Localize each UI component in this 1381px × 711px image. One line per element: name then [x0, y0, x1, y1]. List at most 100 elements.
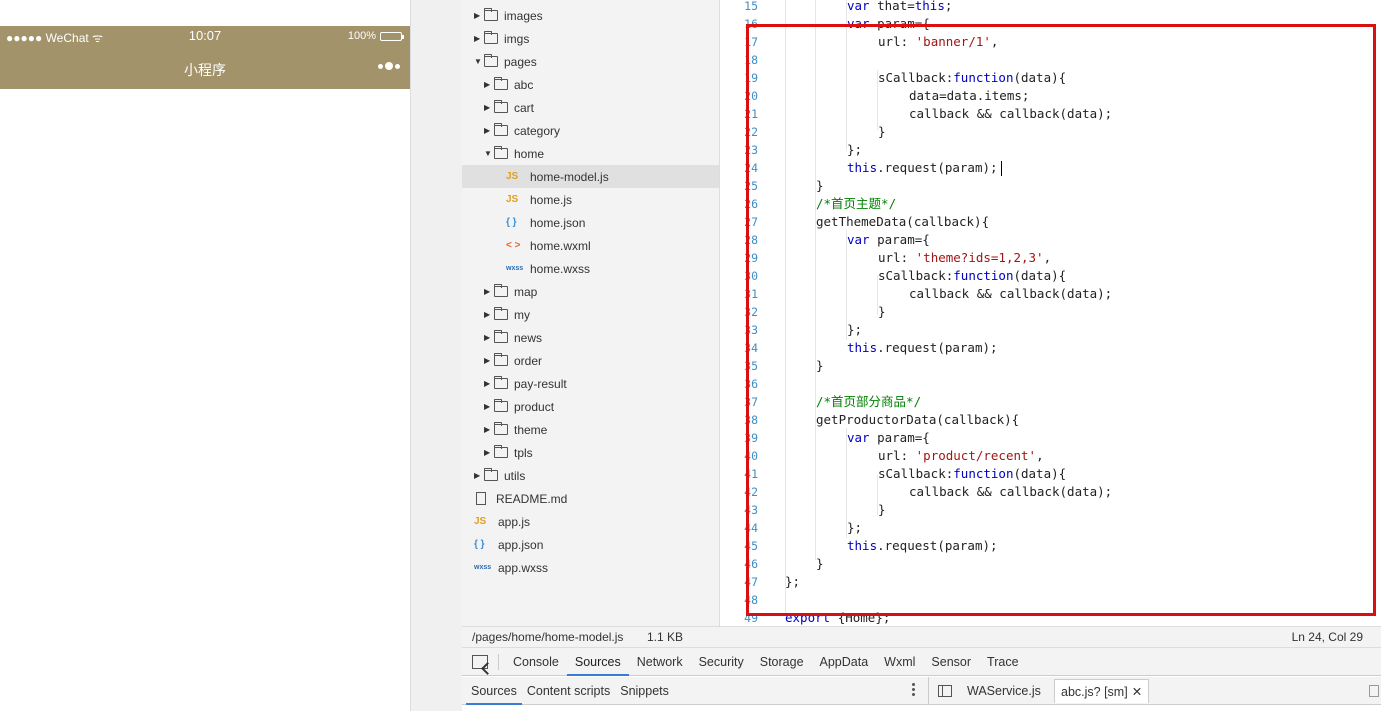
tab-trace[interactable]: Trace	[979, 648, 1027, 676]
chevron-right-icon[interactable]: ▶	[484, 126, 494, 135]
code-line[interactable]: 35}	[720, 357, 1381, 375]
tree-item-home-model-js[interactable]: JS home-model.js	[462, 165, 719, 188]
code-line[interactable]: 29 url: 'theme?ids=1,2,3',	[720, 249, 1381, 267]
chevron-right-icon[interactable]: ▶	[474, 34, 484, 43]
tab-wxml[interactable]: Wxml	[876, 648, 923, 676]
file-tab-waservice[interactable]: WAService.js	[967, 677, 1041, 705]
tree-item-images[interactable]: ▶ images	[474, 4, 543, 27]
tab-console[interactable]: Console	[505, 648, 567, 676]
tree-item-home-json[interactable]: { } home.json	[506, 211, 585, 234]
tab-network[interactable]: Network	[629, 648, 691, 676]
line-number: 37	[744, 395, 758, 409]
tree-item-cart[interactable]: ▶ cart	[484, 96, 534, 119]
tree-item-readme-md[interactable]: README.md	[474, 487, 567, 510]
file-tab-abc[interactable]: abc.js? [sm] ✕	[1054, 679, 1150, 703]
tree-item-news[interactable]: ▶ news	[484, 326, 542, 349]
code-line[interactable]: 28 var param={	[720, 231, 1381, 249]
tree-item-order[interactable]: ▶ order	[484, 349, 542, 372]
tab-sensor[interactable]: Sensor	[923, 648, 979, 676]
toggle-navigator-icon[interactable]	[938, 685, 952, 697]
tab-sources[interactable]: Sources	[566, 648, 629, 676]
code-line[interactable]: 31 callback && callback(data);	[720, 285, 1381, 303]
tree-item-my[interactable]: ▶ my	[484, 303, 530, 326]
code-line[interactable]: 46}	[720, 555, 1381, 573]
chevron-right-icon[interactable]: ▶	[484, 379, 494, 388]
chevron-right-icon[interactable]: ▶	[484, 356, 494, 365]
tree-item-imgs[interactable]: ▶ imgs	[474, 27, 529, 50]
code-line[interactable]: 30 sCallback:function(data){	[720, 267, 1381, 285]
code-line[interactable]: 21 callback && callback(data);	[720, 105, 1381, 123]
code-line[interactable]: 27 getThemeData(callback){	[720, 213, 1381, 231]
code-line[interactable]: 39 var param={	[720, 429, 1381, 447]
code-line[interactable]: 19 sCallback:function(data){	[720, 69, 1381, 87]
tree-item-abc[interactable]: ▶ abc	[484, 73, 533, 96]
tree-item-home-wxss[interactable]: wxss home.wxss	[506, 257, 590, 280]
code-line[interactable]: 34 this.request(param);	[720, 339, 1381, 357]
code-editor[interactable]: 15 var that=this; 16 var param={17 url: 'ban…	[720, 0, 1381, 626]
scroll-right-icon[interactable]	[1369, 685, 1379, 697]
chevron-right-icon[interactable]: ▶	[484, 310, 494, 319]
chevron-right-icon[interactable]: ▶	[474, 11, 484, 20]
tree-item-utils[interactable]: ▶ utils	[474, 464, 525, 487]
tree-item-app-wxss[interactable]: wxss app.wxss	[474, 556, 548, 579]
tree-item-map[interactable]: ▶ map	[484, 280, 537, 303]
code-line[interactable]: 37 /*首页部分商品*/	[720, 393, 1381, 411]
code-line[interactable]: 20 data=data.items;	[720, 87, 1381, 105]
code-line[interactable]: 18	[720, 51, 1381, 69]
tree-item-home[interactable]: ▼ home	[484, 142, 544, 165]
tree-item-pay-result[interactable]: ▶ pay-result	[484, 372, 567, 395]
tab-appdata[interactable]: AppData	[812, 648, 877, 676]
code-line[interactable]: 40 url: 'product/recent',	[720, 447, 1381, 465]
code-line[interactable]: 49 export {Home};	[720, 609, 1381, 626]
tab-storage[interactable]: Storage	[752, 648, 812, 676]
tree-item-pages[interactable]: ▼ pages	[474, 50, 537, 73]
chevron-down-icon[interactable]: ▼	[474, 57, 484, 66]
code-line[interactable]: 33};	[720, 321, 1381, 339]
tree-item-home-wxml[interactable]: < > home.wxml	[506, 234, 591, 257]
code-line[interactable]: 26 /*首页主题*/	[720, 195, 1381, 213]
subtab-content-scripts[interactable]: Content scripts	[522, 677, 615, 705]
subtab-snippets[interactable]: Snippets	[615, 677, 674, 705]
more-options-icon[interactable]	[912, 683, 915, 696]
tree-item-category[interactable]: ▶ category	[484, 119, 560, 142]
tab-security[interactable]: Security	[691, 648, 752, 676]
tree-item-label: theme	[514, 422, 548, 437]
more-icon[interactable]	[378, 62, 400, 70]
code-line[interactable]: 45 this.request(param);	[720, 537, 1381, 555]
code-line[interactable]: 48	[720, 591, 1381, 609]
chevron-right-icon[interactable]: ▶	[474, 471, 484, 480]
code-line[interactable]: 15 var that=this;	[720, 0, 1381, 15]
code-line[interactable]: 43}	[720, 501, 1381, 519]
folder-icon	[484, 8, 498, 21]
code-line[interactable]: 17 url: 'banner/1',	[720, 33, 1381, 51]
chevron-right-icon[interactable]: ▶	[484, 333, 494, 342]
tree-item-app-js[interactable]: JS app.js	[474, 510, 530, 533]
close-icon[interactable]: ✕	[1132, 685, 1142, 699]
tree-item-home-js[interactable]: JS home.js	[506, 188, 572, 211]
code-line[interactable]: 25}	[720, 177, 1381, 195]
subtab-sources[interactable]: Sources	[466, 677, 522, 705]
chevron-right-icon[interactable]: ▶	[484, 103, 494, 112]
tree-item-theme[interactable]: ▶ theme	[484, 418, 547, 441]
tree-item-product[interactable]: ▶ product	[484, 395, 554, 418]
chevron-right-icon[interactable]: ▶	[484, 402, 494, 411]
chevron-right-icon[interactable]: ▶	[484, 287, 494, 296]
code-line[interactable]: 32}	[720, 303, 1381, 321]
code-line[interactable]: 47};	[720, 573, 1381, 591]
code-line[interactable]: 24 this.request(param);	[720, 159, 1381, 177]
chevron-right-icon[interactable]: ▶	[484, 80, 494, 89]
tree-item-tpls[interactable]: ▶ tpls	[484, 441, 533, 464]
code-line[interactable]: 16 var param={	[720, 15, 1381, 33]
chevron-down-icon[interactable]: ▼	[484, 149, 494, 158]
code-line[interactable]: 41 sCallback:function(data){	[720, 465, 1381, 483]
chevron-right-icon[interactable]: ▶	[484, 448, 494, 457]
code-line[interactable]: 38 getProductorData(callback){	[720, 411, 1381, 429]
inspect-element-icon[interactable]	[472, 654, 488, 669]
tree-item-app-json[interactable]: { } app.json	[474, 533, 543, 556]
code-line[interactable]: 22}	[720, 123, 1381, 141]
code-line[interactable]: 42 callback && callback(data);	[720, 483, 1381, 501]
code-line[interactable]: 23};	[720, 141, 1381, 159]
chevron-right-icon[interactable]: ▶	[484, 425, 494, 434]
code-line[interactable]: 44};	[720, 519, 1381, 537]
code-line[interactable]: 36	[720, 375, 1381, 393]
